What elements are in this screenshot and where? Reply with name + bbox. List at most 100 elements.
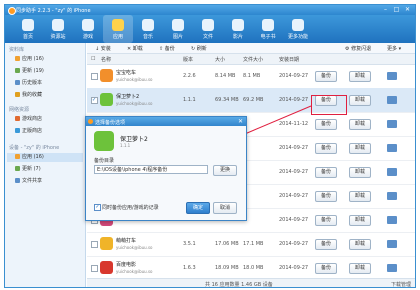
sidebar-item-label: 应用 (16) xyxy=(22,56,44,62)
folder-icon[interactable] xyxy=(387,120,397,128)
folder-icon[interactable] xyxy=(387,72,397,80)
backup-records-checkbox[interactable]: ✓ xyxy=(94,204,101,211)
row-checkbox[interactable] xyxy=(91,73,98,80)
close-icon[interactable]: ✕ xyxy=(403,6,412,13)
row-uninstall-button[interactable]: 卸载 xyxy=(349,191,371,202)
folder-icon[interactable] xyxy=(387,216,397,224)
sidebar-item-label: 我的收藏 xyxy=(22,92,43,98)
dialog-close-icon[interactable]: ✕ xyxy=(238,118,243,125)
row-backup-button[interactable]: 备份 xyxy=(315,215,337,226)
highlight-box xyxy=(311,95,347,115)
toolbar-item-9[interactable]: 更多功能 xyxy=(283,15,313,43)
table-row[interactable]: 宝宝吃车 yuichook@ibuu.so 2.2.6 8.14 MB 8.1 MB 20… xyxy=(87,64,415,89)
sidebar-item[interactable]: 正版商店 xyxy=(15,127,83,136)
refresh-label: 刷新 xyxy=(196,46,207,52)
col-version[interactable]: 版本 xyxy=(183,56,193,63)
app-file-size: 69.2 MB xyxy=(243,97,264,103)
row-checkbox[interactable]: ✓ xyxy=(91,97,98,104)
col-name[interactable]: 名称 xyxy=(101,56,111,63)
toolbar-item-0[interactable]: 首页 xyxy=(13,15,43,43)
toolbar-item-4[interactable]: 音乐 xyxy=(133,15,163,43)
sidebar-item-icon xyxy=(15,80,20,85)
toolbar-item-2[interactable]: 游戏 xyxy=(73,15,103,43)
row-checkbox[interactable] xyxy=(91,241,98,248)
row-backup-button[interactable]: 备份 xyxy=(315,143,337,154)
toolbar-item-7[interactable]: 影片 xyxy=(223,15,253,43)
backup-dir-label: 备份目录 xyxy=(94,158,115,164)
col-file-size[interactable]: 文件大小 xyxy=(243,56,263,63)
row-backup-button[interactable]: 备份 xyxy=(315,71,337,82)
toolbar-label: 图片 xyxy=(172,34,183,40)
folder-icon[interactable] xyxy=(387,192,397,200)
row-uninstall-button[interactable]: 卸载 xyxy=(349,215,371,226)
folder-icon[interactable] xyxy=(387,96,397,104)
row-uninstall-button[interactable]: 卸载 xyxy=(349,95,371,106)
app-name: 萌萌打车 xyxy=(116,238,137,244)
row-backup-button[interactable]: 备份 xyxy=(315,119,337,130)
row-backup-button[interactable]: 备份 xyxy=(315,239,337,250)
repair-button[interactable]: ⚙ 修复闪退 xyxy=(345,45,371,52)
folder-icon[interactable] xyxy=(387,264,397,272)
backup-path-input[interactable]: E:\iOS设备\iphone 4\程序备份 xyxy=(94,165,208,174)
row-backup-button[interactable]: 备份 xyxy=(315,191,337,202)
row-uninstall-button[interactable]: 卸载 xyxy=(349,71,371,82)
app-install-date: 2014-09-27 xyxy=(279,169,309,175)
backup-button[interactable]: ⇧ 备份 xyxy=(159,45,175,52)
select-all-checkbox[interactable]: ☐ xyxy=(91,56,95,62)
sidebar-item[interactable]: 我的收藏 xyxy=(15,91,83,100)
row-uninstall-button[interactable]: 卸载 xyxy=(349,119,371,130)
toolbar-item-3[interactable]: 应用 xyxy=(103,15,133,43)
sidebar-item[interactable]: 应用 (16) xyxy=(7,153,83,162)
uninstall-button[interactable]: ✕ 卸载 xyxy=(127,45,143,52)
title-bar: 同步助手 2.2.3 - "zy" 的 iPhone – □ ✕ xyxy=(5,5,415,15)
sidebar-item-label: 应用 (16) xyxy=(22,154,44,160)
row-backup-button[interactable]: 备份 xyxy=(315,167,337,178)
toolbar-item-5[interactable]: 图片 xyxy=(163,15,193,43)
toolbar-label: 电子书 xyxy=(260,34,276,40)
download-manager-link[interactable]: 下载管理 xyxy=(391,281,411,287)
action-bar: ↓ 安装 ✕ 卸载 ⇧ 备份 ↻ 刷新 ⚙ 修复闪退 更多 ▾ xyxy=(87,43,415,54)
dialog-logo-icon xyxy=(88,119,93,124)
minimize-icon[interactable]: – xyxy=(381,6,390,13)
toolbar-item-8[interactable]: 电子书 xyxy=(253,15,283,43)
col-size[interactable]: 大小 xyxy=(215,56,225,63)
row-uninstall-button[interactable]: 卸载 xyxy=(349,167,371,178)
sidebar-item[interactable]: 游戏商店 xyxy=(15,115,83,124)
toolbar-label: 更多功能 xyxy=(287,34,308,40)
row-uninstall-button[interactable]: 卸载 xyxy=(349,263,371,274)
sidebar-item-icon xyxy=(15,92,20,97)
toolbar-item-1[interactable]: 资源站 xyxy=(43,15,73,43)
sidebar-item[interactable]: 更新 (19) xyxy=(15,67,83,76)
more-button[interactable]: 更多 ▾ xyxy=(387,45,401,52)
toolbar-item-6[interactable]: 文件 xyxy=(193,15,223,43)
main-toolbar: 首页 资源站 游戏 应用 音乐 图片 文件 影片 电子书 更多功能 xyxy=(5,15,415,43)
install-label: 安装 xyxy=(100,46,111,52)
sidebar-item-label: 正版商店 xyxy=(22,128,43,134)
sidebar-item-label: 更新 (7) xyxy=(22,166,41,172)
install-button[interactable]: ↓ 安装 xyxy=(95,45,111,52)
folder-icon[interactable] xyxy=(387,240,397,248)
app-version: 1.6.3 xyxy=(183,265,196,271)
cancel-button[interactable]: 取消 xyxy=(213,202,237,214)
col-install-date[interactable]: 安装日期 xyxy=(279,56,299,63)
window-title: 同步助手 2.2.3 - "zy" 的 iPhone xyxy=(16,8,91,14)
sidebar-item[interactable]: 文件共享 xyxy=(15,177,83,186)
change-dir-button[interactable]: 更换 xyxy=(213,165,237,176)
sidebar-item-icon xyxy=(15,128,20,133)
row-checkbox[interactable] xyxy=(91,265,98,272)
maximize-icon[interactable]: □ xyxy=(392,6,401,13)
row-uninstall-button[interactable]: 卸载 xyxy=(349,239,371,250)
ok-button[interactable]: 确定 xyxy=(186,202,210,214)
folder-icon[interactable] xyxy=(387,144,397,152)
sidebar-item[interactable]: 应用 (16) xyxy=(15,55,83,64)
app-size: 17.06 MB xyxy=(215,241,239,247)
sidebar-item[interactable]: 历史版本 xyxy=(15,79,83,88)
row-uninstall-button[interactable]: 卸载 xyxy=(349,143,371,154)
refresh-button[interactable]: ↻ 刷新 xyxy=(191,45,207,52)
toolbar-label: 文件 xyxy=(202,34,213,40)
row-backup-button[interactable]: 备份 xyxy=(315,263,337,274)
sidebar-item[interactable]: 更新 (7) xyxy=(15,165,83,174)
table-row[interactable]: ✓ 保卫萝卜2 yuichook@ibuu.so 1.1.1 69.34 MB 69.2 … xyxy=(87,88,415,113)
table-row[interactable]: 萌萌打车 yuichook@ibuu.so 3.5.1 17.06 MB 17.1 MB… xyxy=(87,232,415,257)
folder-icon[interactable] xyxy=(387,168,397,176)
